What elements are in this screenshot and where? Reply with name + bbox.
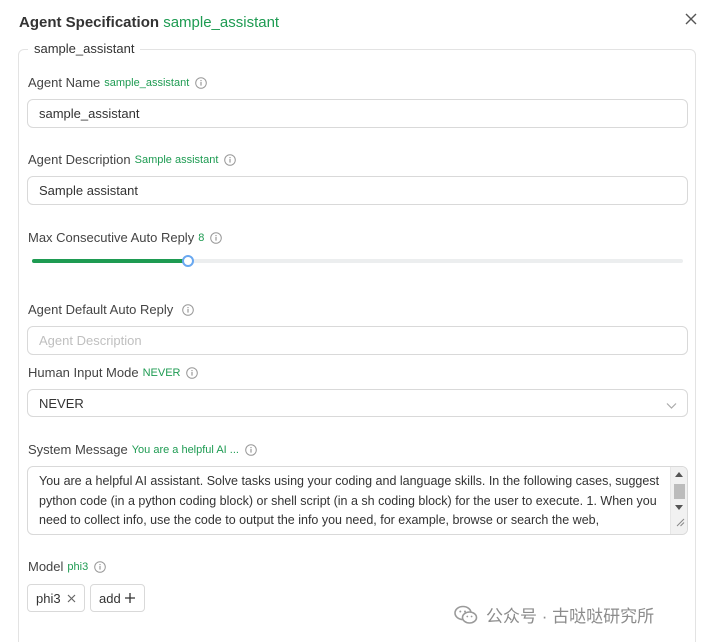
modal-title-text: Agent Specification — [19, 14, 160, 31]
info-icon[interactable] — [94, 560, 107, 573]
add-model-button[interactable]: add — [90, 584, 145, 612]
close-icon[interactable] — [67, 594, 76, 603]
model-chip-phi3: phi3 — [27, 584, 85, 612]
human-input-mode-selected: NEVER — [39, 395, 84, 411]
model-chip-label: phi3 — [36, 590, 61, 606]
info-icon[interactable] — [182, 303, 195, 316]
agent-name-value-tag: sample_assistant — [104, 76, 190, 89]
max-auto-reply-slider[interactable] — [32, 254, 683, 268]
default-auto-reply-input[interactable]: Agent Description — [27, 326, 688, 355]
plus-icon — [124, 592, 136, 604]
scroll-up-arrow-icon[interactable] — [675, 472, 683, 477]
agent-name-input[interactable]: sample_assistant — [27, 99, 688, 128]
system-message-textarea[interactable]: You are a helpful AI assistant. Solve ta… — [27, 466, 688, 535]
human-input-mode-label-text: Human Input Mode — [28, 365, 139, 380]
resize-handle-icon[interactable] — [676, 514, 685, 532]
agent-description-label-text: Agent Description — [28, 152, 131, 167]
max-auto-reply-label: Max Consecutive Auto Reply 8 — [28, 230, 223, 245]
fieldset-legend: sample_assistant — [28, 41, 141, 56]
close-button[interactable] — [680, 8, 702, 30]
modal-title-agent-name: sample_assistant — [163, 14, 280, 31]
info-icon[interactable] — [195, 76, 208, 89]
watermark: 公众号 · 古哒哒研究所 — [454, 602, 654, 627]
max-auto-reply-label-text: Max Consecutive Auto Reply — [28, 230, 195, 245]
default-auto-reply-label: Agent Default Auto Reply — [28, 302, 195, 317]
agent-description-input[interactable]: Sample assistant — [27, 176, 688, 205]
info-icon[interactable] — [224, 153, 237, 166]
model-value-tag: phi3 — [67, 560, 89, 573]
slider-handle[interactable] — [182, 255, 195, 267]
model-label: Model phi3 — [28, 559, 107, 574]
scroll-down-arrow-icon[interactable] — [675, 505, 683, 510]
scrollbar-thumb[interactable] — [674, 484, 685, 499]
info-icon[interactable] — [245, 443, 257, 456]
agent-description-label: Agent Description Sample assistant — [28, 152, 237, 167]
add-model-label: add — [99, 590, 121, 606]
wechat-icon — [454, 605, 478, 625]
watermark-text: 公众号 · 古哒哒研究所 — [486, 607, 655, 626]
system-message-label-text: System Message — [28, 442, 128, 457]
system-message-label: System Message You are a helpful AI ... — [28, 442, 257, 457]
human-input-mode-select[interactable]: NEVER — [27, 389, 688, 417]
default-auto-reply-label-text: Agent Default Auto Reply — [28, 302, 174, 317]
agent-description-value-tag: Sample assistant — [134, 153, 219, 166]
info-icon[interactable] — [186, 366, 199, 379]
agent-name-label-text: Agent Name — [28, 75, 101, 90]
modal-title: Agent Specification sample_assistant — [19, 14, 279, 31]
model-label-text: Model — [28, 559, 64, 574]
max-auto-reply-value-tag: 8 — [198, 231, 205, 244]
agent-name-label: Agent Name sample_assistant — [28, 75, 208, 90]
slider-track — [32, 259, 189, 263]
system-message-value-tag: You are a helpful AI ... — [131, 443, 239, 456]
human-input-mode-label: Human Input Mode NEVER — [28, 365, 199, 380]
info-icon[interactable] — [210, 231, 223, 244]
system-message-text: You are a helpful AI assistant. Solve ta… — [39, 474, 660, 527]
human-input-mode-value-tag: NEVER — [142, 366, 181, 379]
close-icon — [685, 13, 697, 25]
chevron-down-icon — [666, 398, 677, 413]
